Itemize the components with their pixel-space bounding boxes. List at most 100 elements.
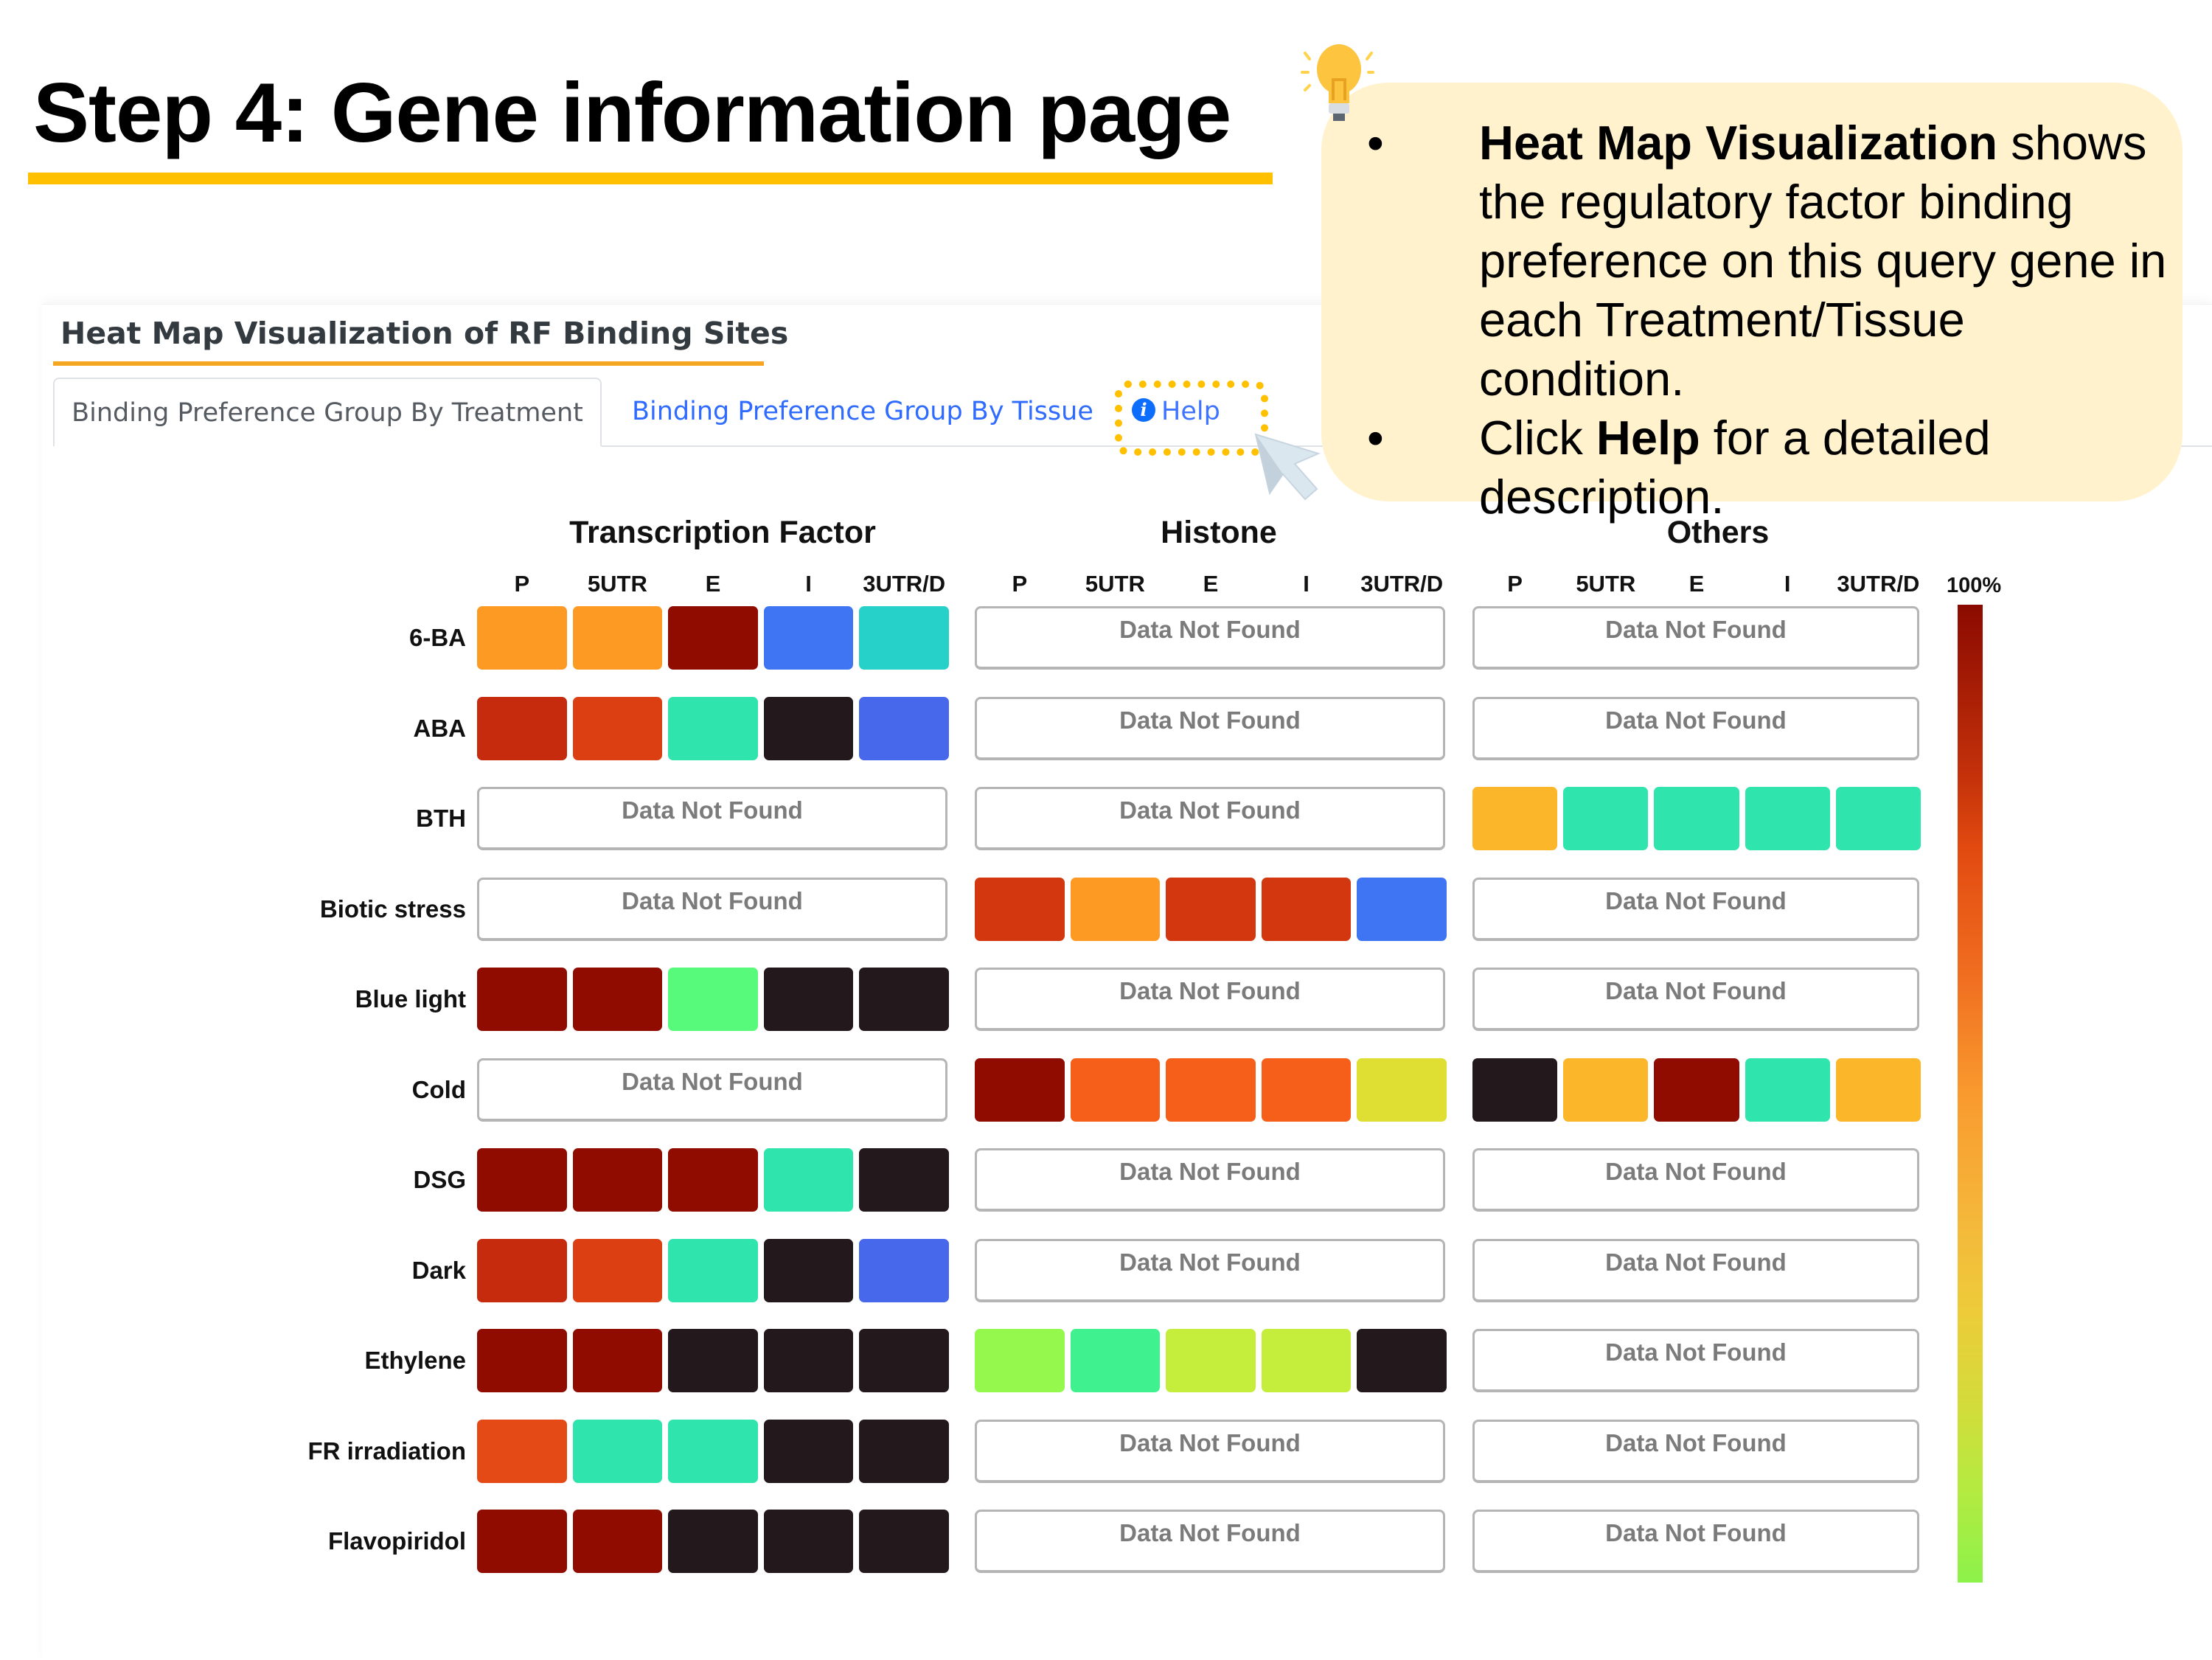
callout-bold-text: Heat Map Visualization — [1479, 116, 1998, 170]
colorbar-max-label: 100% — [1947, 574, 2002, 597]
heatmap-cell-transcription-factor-dark-3utr-d[interactable] — [859, 1238, 949, 1302]
heatmap-cell-histone-cold-i[interactable] — [1261, 1058, 1352, 1122]
heatmap-cell-others-bth-i[interactable] — [1745, 787, 1830, 850]
heatmap-cell-transcription-factor-blue-light-p[interactable] — [477, 968, 567, 1031]
heatmap-cell-transcription-factor-6-ba-e[interactable] — [668, 606, 758, 670]
heatmap-cell-histone-ethylene-3utr-d[interactable] — [1357, 1329, 1447, 1392]
heatmap-cell-transcription-factor-blue-light-5utr[interactable] — [572, 968, 663, 1031]
data-not-found-others-biotic-stress: Data Not Found — [1472, 877, 1919, 941]
callout-bullet-heatmap: • Heat Map Visualization shows the regula… — [1367, 114, 2171, 409]
heatmap-cell-histone-biotic-stress-5utr[interactable] — [1070, 877, 1161, 941]
heatmap-cell-transcription-factor-flavopiridol-3utr-d[interactable] — [859, 1510, 949, 1573]
tab-group-by-tissue[interactable]: Binding Preference Group By Tissue — [632, 378, 1093, 445]
heatmap-cell-transcription-factor-6-ba-p[interactable] — [477, 606, 567, 670]
heatmap-cell-others-cold-i[interactable] — [1745, 1058, 1830, 1122]
heatmap-cell-histone-cold-e[interactable] — [1166, 1058, 1256, 1122]
data-not-found-transcription-factor-biotic-stress: Data Not Found — [477, 877, 947, 941]
row-label-fr-irradiation: FR irradiation — [307, 1437, 466, 1465]
column-header-transcription-factor-3utr-d: 3UTR/D — [863, 571, 946, 597]
heatmap-cell-others-cold-5utr[interactable] — [1563, 1058, 1649, 1122]
row-label-aba: ABA — [413, 714, 467, 742]
heatmap-cell-transcription-factor-aba-3utr-d[interactable] — [859, 696, 949, 760]
heatmap-cell-transcription-factor-dark-i[interactable] — [763, 1238, 854, 1302]
heatmap-cell-histone-ethylene-p[interactable] — [975, 1329, 1065, 1392]
heatmap-cell-transcription-factor-flavopiridol-e[interactable] — [668, 1510, 758, 1573]
column-header-histone-p: P — [1012, 571, 1028, 597]
callout-list: • Heat Map Visualization shows the regula… — [1367, 114, 2171, 527]
heatmap-cell-transcription-factor-dsg-i[interactable] — [763, 1148, 854, 1212]
heatmap-cell-transcription-factor-blue-light-i[interactable] — [763, 968, 854, 1031]
heatmap-cell-transcription-factor-flavopiridol-5utr[interactable] — [572, 1510, 663, 1573]
heatmap-cell-transcription-factor-6-ba-5utr[interactable] — [572, 606, 663, 670]
heatmap-cell-histone-biotic-stress-e[interactable] — [1166, 877, 1256, 941]
heatmap-cell-transcription-factor-dark-e[interactable] — [668, 1238, 758, 1302]
heatmap-cell-transcription-factor-fr-irradiation-3utr-d[interactable] — [859, 1419, 949, 1483]
callout-bullet-help: • Click Help for a detailed description. — [1367, 409, 2171, 527]
heatmap-cell-histone-cold-5utr[interactable] — [1070, 1058, 1161, 1122]
heatmap-cell-others-bth-5utr[interactable] — [1563, 787, 1649, 850]
heatmap-cell-transcription-factor-dsg-p[interactable] — [477, 1148, 567, 1212]
data-not-found-others-dsg: Data Not Found — [1472, 1148, 1919, 1212]
heatmap-cell-transcription-factor-aba-e[interactable] — [668, 696, 758, 760]
column-header-others-5utr: 5UTR — [1576, 571, 1636, 597]
heatmap-cell-transcription-factor-dark-5utr[interactable] — [572, 1238, 663, 1302]
heatmap-cell-histone-biotic-stress-i[interactable] — [1261, 877, 1352, 941]
heatmap-cell-others-cold-e[interactable] — [1654, 1058, 1739, 1122]
heatmap-cell-transcription-factor-flavopiridol-i[interactable] — [763, 1510, 854, 1573]
heatmap-cell-histone-biotic-stress-3utr-d[interactable] — [1357, 877, 1447, 941]
heatmap-cell-transcription-factor-fr-irradiation-i[interactable] — [763, 1419, 854, 1483]
column-header-histone-i: I — [1303, 571, 1310, 597]
heatmap-cell-transcription-factor-ethylene-i[interactable] — [763, 1329, 854, 1392]
callout-box: • Heat Map Visualization shows the regula… — [1321, 83, 2183, 524]
heatmap-cell-others-cold-p[interactable] — [1472, 1058, 1558, 1122]
heatmap-cell-others-bth-3utr-d[interactable] — [1835, 787, 1921, 850]
heatmap-cell-transcription-factor-dark-p[interactable] — [477, 1238, 567, 1302]
heatmap-cell-transcription-factor-fr-irradiation-p[interactable] — [477, 1419, 567, 1483]
heatmap-cell-others-bth-p[interactable] — [1472, 787, 1558, 850]
row-label-blue-light: Blue light — [355, 985, 466, 1013]
data-not-found-histone-bth: Data Not Found — [975, 787, 1445, 850]
heatmap-cell-transcription-factor-ethylene-3utr-d[interactable] — [859, 1329, 949, 1392]
heatmap-cell-histone-ethylene-e[interactable] — [1166, 1329, 1256, 1392]
heatmap-cell-transcription-factor-blue-light-e[interactable] — [668, 968, 758, 1031]
heatmap-cell-histone-cold-3utr-d[interactable] — [1357, 1058, 1447, 1122]
column-header-transcription-factor-p: P — [514, 571, 530, 597]
heatmap-cell-transcription-factor-flavopiridol-p[interactable] — [477, 1510, 567, 1573]
row-label-dark: Dark — [411, 1256, 466, 1284]
heatmap-cell-histone-biotic-stress-p[interactable] — [975, 877, 1065, 941]
heatmap-cell-transcription-factor-ethylene-5utr[interactable] — [572, 1329, 663, 1392]
heatmap-cell-transcription-factor-dsg-5utr[interactable] — [572, 1148, 663, 1212]
heatmap-cell-transcription-factor-fr-irradiation-5utr[interactable] — [572, 1419, 663, 1483]
heatmap-cell-transcription-factor-dsg-3utr-d[interactable] — [859, 1148, 949, 1212]
heatmap-cell-transcription-factor-dsg-e[interactable] — [668, 1148, 758, 1212]
heatmap-cell-transcription-factor-aba-i[interactable] — [763, 696, 854, 760]
heatmap-cell-transcription-factor-ethylene-e[interactable] — [668, 1329, 758, 1392]
heatmap-cell-transcription-factor-fr-irradiation-e[interactable] — [668, 1419, 758, 1483]
row-label-6-ba: 6-BA — [408, 624, 466, 651]
group-title-histone: Histone — [1161, 515, 1277, 550]
data-not-found-histone-6-ba: Data Not Found — [975, 606, 1445, 670]
heatmap-cell-transcription-factor-aba-5utr[interactable] — [572, 696, 663, 760]
row-label-flavopiridol: Flavopiridol — [327, 1527, 466, 1555]
heatmap-cell-histone-cold-p[interactable] — [975, 1058, 1065, 1122]
slide-title: Step 4: Gene information page — [33, 66, 1231, 160]
heatmap-cell-transcription-factor-6-ba-3utr-d[interactable] — [859, 606, 949, 670]
colorbar-legend — [1958, 605, 1983, 1583]
heatmap-cell-histone-ethylene-i[interactable] — [1261, 1329, 1352, 1392]
heatmap-cell-transcription-factor-aba-p[interactable] — [477, 696, 567, 760]
heatmap-cell-transcription-factor-ethylene-p[interactable] — [477, 1329, 567, 1392]
heatmap-cell-others-bth-e[interactable] — [1654, 787, 1739, 850]
heatmap-cell-transcription-factor-6-ba-i[interactable] — [763, 606, 854, 670]
heatmap-cell-others-cold-3utr-d[interactable] — [1835, 1058, 1921, 1122]
heatmap-cell-transcription-factor-blue-light-3utr-d[interactable] — [859, 968, 949, 1031]
column-header-others-i: I — [1784, 571, 1791, 597]
callout-bold-text: Help — [1596, 411, 1700, 465]
column-header-others-3utr-d: 3UTR/D — [1837, 571, 1920, 597]
tab-group-by-treatment[interactable]: Binding Preference Group By Treatment — [53, 378, 602, 447]
data-not-found-histone-aba: Data Not Found — [975, 696, 1445, 760]
data-not-found-transcription-factor-cold: Data Not Found — [477, 1058, 947, 1122]
callout-pre-text: Click — [1479, 411, 1596, 465]
column-header-transcription-factor-e: E — [705, 571, 721, 597]
help-highlight-box — [1115, 381, 1268, 456]
heatmap-cell-histone-ethylene-5utr[interactable] — [1070, 1329, 1161, 1392]
